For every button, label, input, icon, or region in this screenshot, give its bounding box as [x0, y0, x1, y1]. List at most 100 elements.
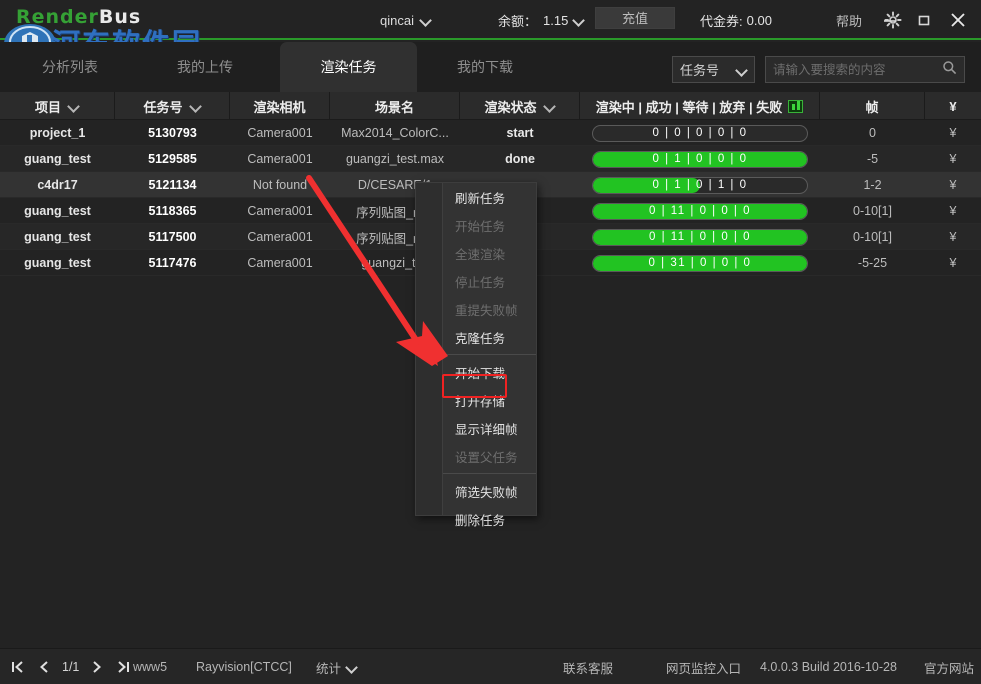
window-controls — [875, 7, 973, 33]
chevron-down-icon — [421, 15, 431, 25]
table-row[interactable]: guang_test 5129585 Camera001 guangzi_tes… — [0, 146, 981, 172]
cell-scene: guangzi_test.max — [330, 146, 460, 172]
cell-cost: ¥ — [925, 224, 981, 250]
balance-display: 余额： 1.15 — [498, 8, 584, 32]
menu-item-full-speed-render: 全速渲染 — [443, 239, 536, 267]
chevron-down-icon[interactable] — [545, 101, 555, 111]
tab-analysis-list[interactable]: 分析列表 — [10, 42, 130, 92]
progress-bar: 0 | 11 | 0 | 0 | 0 — [592, 203, 808, 220]
username-label: qincai — [380, 13, 414, 28]
column-header-camera[interactable]: 渲染相机 — [230, 92, 330, 120]
cell-frames: -5 — [820, 146, 925, 172]
cell-progress: 0 | 1 | 0 | 0 | 0 — [580, 146, 820, 172]
menu-item-resubmit-failed-frames: 重提失败帧 — [443, 295, 536, 323]
progress-label: 0 | 11 | 0 | 0 | 0 — [593, 204, 807, 219]
cell-progress: 0 | 11 | 0 | 0 | 0 — [580, 198, 820, 224]
context-menu[interactable]: 刷新任务 开始任务 全速渲染 停止任务 重提失败帧 克隆任务 开始下载 打开存储… — [415, 182, 537, 516]
column-header-progress-stats[interactable]: 渲染中 | 成功 | 等待 | 放弃 | 失败 — [580, 92, 820, 120]
column-header-task-id[interactable]: 任务号 — [115, 92, 230, 120]
provider-label[interactable]: Rayvision[CTCC] — [196, 649, 292, 684]
cell-progress: 0 | 1 | 0 | 1 | 0 — [580, 172, 820, 198]
column-label: 渲染状态 — [484, 97, 536, 116]
cell-project: guang_test — [0, 146, 115, 172]
column-label: 任务号 — [143, 97, 182, 116]
menu-item-start-task: 开始任务 — [443, 211, 536, 239]
web-monitor-link[interactable]: 网页监控入口 — [666, 649, 741, 684]
cell-camera: Camera001 — [230, 120, 330, 146]
cell-task-id: 5130793 — [115, 120, 230, 146]
cell-camera: Camera001 — [230, 224, 330, 250]
maximize-icon[interactable] — [909, 7, 939, 33]
cell-progress: 0 | 31 | 0 | 0 | 0 — [580, 250, 820, 276]
prev-page-icon[interactable] — [34, 656, 54, 678]
cell-task-id: 5117476 — [115, 250, 230, 276]
chevron-down-icon[interactable] — [191, 101, 201, 111]
tab-my-uploads[interactable]: 我的上传 — [145, 42, 265, 92]
cell-cost: ¥ — [925, 120, 981, 146]
search-box[interactable] — [765, 56, 965, 83]
renderbus-client-window: RenderBus qincai 余额： 1.15 充值 代金券: 0.00 帮… — [0, 0, 981, 684]
cell-progress: 0 | 11 | 0 | 0 | 0 — [580, 224, 820, 250]
column-header-frames[interactable]: 帧 — [820, 92, 925, 120]
menu-item-show-detail-frames[interactable]: 显示详细帧 — [443, 414, 536, 442]
menu-item-filter-failed-frames[interactable]: 筛选失败帧 — [443, 477, 536, 505]
next-page-icon[interactable] — [87, 656, 107, 678]
progress-label: 0 | 1 | 0 | 1 | 0 — [593, 178, 807, 193]
search-filter-select[interactable]: 任务号 — [672, 56, 755, 83]
search-icon[interactable] — [942, 60, 957, 80]
tab-render-tasks[interactable]: 渲染任务 — [280, 42, 417, 92]
cell-cost: ¥ — [925, 198, 981, 224]
cell-camera: Not found — [230, 172, 330, 198]
menu-item-refresh-task[interactable]: 刷新任务 — [443, 183, 536, 211]
statistics-menu[interactable]: 统计 — [316, 649, 357, 684]
pagination: 1/1 — [8, 649, 133, 684]
menu-item-delete-task[interactable]: 删除任务 — [443, 505, 536, 533]
stats-icon[interactable] — [788, 100, 803, 113]
menu-item-open-storage[interactable]: 打开存储 — [443, 386, 536, 414]
column-header-render-state[interactable]: 渲染状态 — [460, 92, 580, 120]
title-bar: RenderBus qincai 余额： 1.15 充值 代金券: 0.00 帮… — [0, 0, 981, 40]
app-logo: RenderBus — [16, 6, 141, 30]
search-input[interactable] — [773, 63, 942, 77]
statistics-label: 统计 — [316, 658, 341, 677]
context-menu-items: 刷新任务 开始任务 全速渲染 停止任务 重提失败帧 克隆任务 开始下载 打开存储… — [443, 183, 536, 515]
table-header: 项目 任务号 渲染相机 场景名 渲染状态 渲染中 | 成功 | 等待 | 放弃 … — [0, 92, 981, 120]
first-page-icon[interactable] — [8, 656, 28, 678]
help-button[interactable]: 帮助 — [836, 8, 862, 32]
progress-bar: 0 | 0 | 0 | 0 | 0 — [592, 125, 808, 142]
context-menu-icon-gutter — [416, 183, 443, 515]
cell-camera: Camera001 — [230, 250, 330, 276]
menu-item-clone-task[interactable]: 克隆任务 — [443, 323, 536, 351]
balance-label: 余额： — [498, 11, 537, 30]
cell-cost: ¥ — [925, 250, 981, 276]
recharge-button[interactable]: 充值 — [595, 7, 675, 29]
table-row[interactable]: project_1 5130793 Camera001 Max2014_Colo… — [0, 120, 981, 146]
progress-label: 0 | 11 | 0 | 0 | 0 — [593, 230, 807, 245]
column-label: 帧 — [865, 97, 878, 116]
balance-chevron-down-icon[interactable] — [574, 15, 584, 25]
column-header-scene[interactable]: 场景名 — [330, 92, 460, 120]
node-label[interactable]: www5 — [133, 649, 167, 684]
close-icon[interactable] — [943, 7, 973, 33]
contact-support-link[interactable]: 联系客服 — [563, 649, 613, 684]
page-indicator: 1/1 — [60, 660, 81, 674]
chevron-down-icon[interactable] — [69, 101, 79, 111]
tab-my-downloads[interactable]: 我的下载 — [425, 42, 545, 92]
column-header-project[interactable]: 项目 — [0, 92, 115, 120]
cell-frames: 0 — [820, 120, 925, 146]
progress-label: 0 | 0 | 0 | 0 | 0 — [593, 126, 807, 141]
cell-project: c4dr17 — [0, 172, 115, 198]
official-website-link[interactable]: 官方网站 — [924, 649, 974, 684]
cell-project: project_1 — [0, 120, 115, 146]
minimize-icon[interactable] — [875, 7, 905, 33]
user-menu[interactable]: qincai — [380, 8, 431, 32]
column-header-cost[interactable]: ¥ — [925, 92, 981, 120]
cell-frames: 0-10[1] — [820, 224, 925, 250]
coupon-label: 代金券: — [700, 11, 743, 30]
progress-bar: 0 | 11 | 0 | 0 | 0 — [592, 229, 808, 246]
menu-item-start-download[interactable]: 开始下载 — [443, 358, 536, 386]
progress-label: 0 | 31 | 0 | 0 | 0 — [593, 256, 807, 271]
menu-separator — [443, 354, 536, 355]
last-page-icon[interactable] — [113, 656, 133, 678]
cell-render-state: start — [460, 120, 580, 146]
